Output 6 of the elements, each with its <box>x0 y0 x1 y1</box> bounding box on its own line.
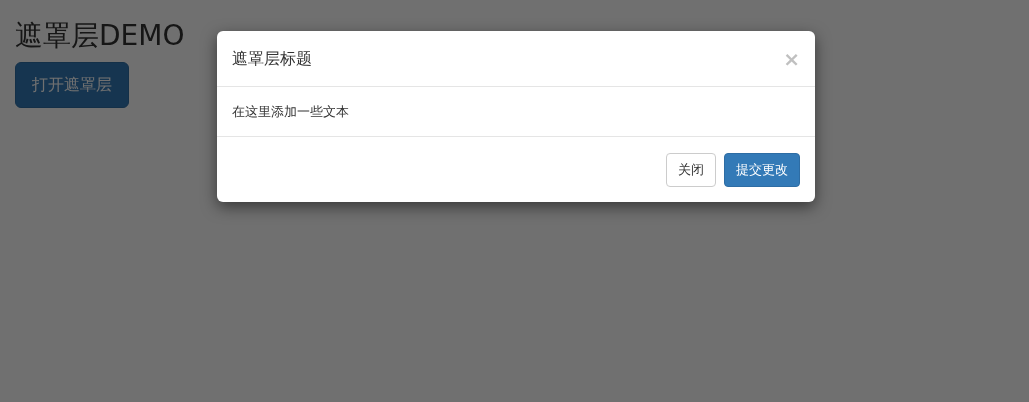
submit-button[interactable]: 提交更改 <box>724 152 800 187</box>
modal-title: 遮罩层标题 <box>232 47 312 70</box>
open-overlay-button[interactable]: 打开遮罩层 <box>15 62 129 108</box>
page-heading: 遮罩层DEMO <box>15 18 185 54</box>
modal-body-text: 在这里添加一些文本 <box>232 102 349 121</box>
close-button[interactable]: 关闭 <box>666 152 716 187</box>
